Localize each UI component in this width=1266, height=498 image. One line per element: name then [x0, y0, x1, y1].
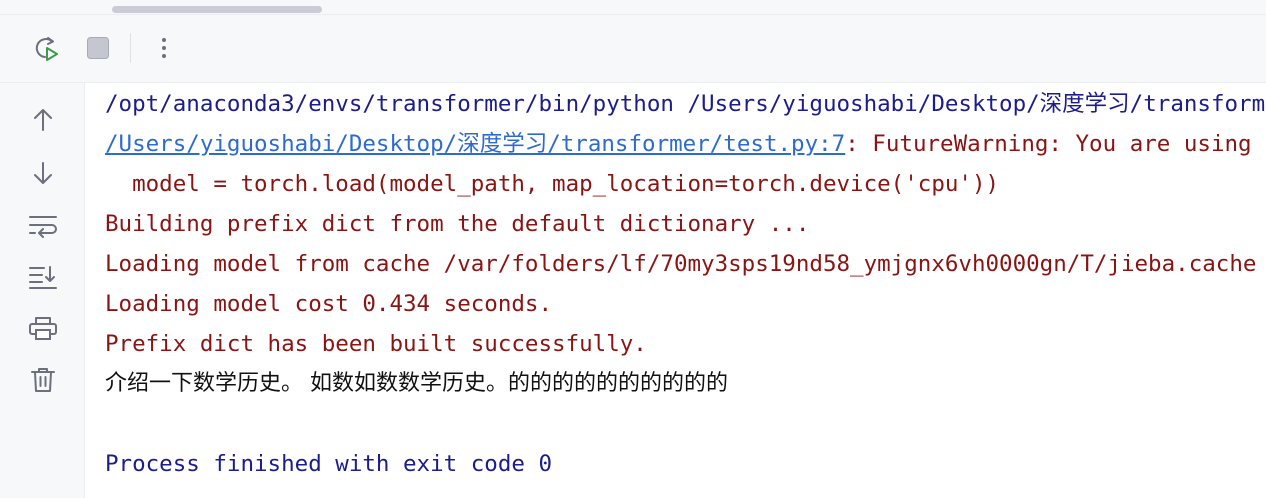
previous-occurrence-button[interactable]: [27, 104, 59, 136]
console-line-stderr: Loading model from cache /var/folders/lf…: [105, 251, 1257, 277]
run-toolbar: [0, 15, 1266, 83]
console-line-code: model = torch.load(model_path, map_locat…: [105, 171, 1000, 197]
clear-all-button[interactable]: [27, 364, 59, 396]
scroll-to-end-icon: [28, 264, 58, 290]
soft-wrap-icon: [28, 212, 58, 238]
console-line-command: /opt/anaconda3/envs/transformer/bin/pyth…: [105, 91, 1266, 117]
console-line-warning: /Users/yiguoshabi/Desktop/深度学习/transform…: [105, 124, 1266, 164]
horizontal-scrollbar[interactable]: [112, 6, 322, 13]
warning-text: : FutureWarning: You are using `torch.lo…: [845, 131, 1266, 157]
next-occurrence-button[interactable]: [27, 157, 59, 189]
more-vertical-icon: [154, 33, 174, 63]
stop-button[interactable]: [82, 32, 114, 64]
scroll-to-end-button[interactable]: [27, 261, 59, 293]
print-button[interactable]: [27, 312, 59, 344]
rerun-button[interactable]: [30, 32, 62, 64]
arrow-up-icon: [30, 107, 56, 133]
arrow-down-icon: [30, 160, 56, 186]
console-line-stderr: Prefix dict has been built successfully.: [105, 331, 647, 357]
run-console-window: /opt/anaconda3/envs/transformer/bin/pyth…: [0, 0, 1266, 498]
toolbar-separator: [130, 33, 131, 63]
file-link[interactable]: /Users/yiguoshabi/Desktop/深度学习/transform…: [105, 131, 845, 157]
console-line-stderr: Building prefix dict from the default di…: [105, 211, 810, 237]
rerun-icon: [31, 33, 61, 63]
console-side-toolbar: [0, 83, 85, 498]
print-icon: [28, 315, 58, 341]
trash-icon: [30, 366, 56, 394]
console-line-output: 介绍一下数学历史。 如数如数数学历史。的的的的的的的的的的: [105, 371, 728, 396]
console-line-stderr: Loading model cost 0.434 seconds.: [105, 291, 553, 317]
console-output[interactable]: /opt/anaconda3/envs/transformer/bin/pyth…: [85, 83, 1266, 498]
tab-strip: [0, 0, 1266, 15]
more-options-button[interactable]: [148, 32, 180, 64]
console-line-exit: Process finished with exit code 0: [105, 451, 553, 477]
soft-wrap-button[interactable]: [27, 209, 59, 241]
stop-icon: [85, 35, 111, 61]
